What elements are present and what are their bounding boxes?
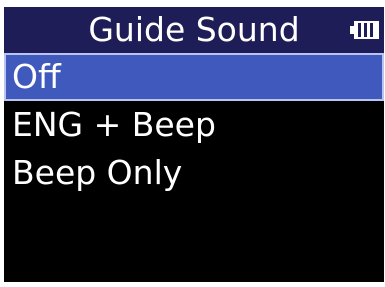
menu-item-off[interactable]: Off [4,53,384,101]
menu-item-label: Beep Only [12,153,183,192]
menu-item-beep-only[interactable]: Beep Only [4,149,384,197]
guide-sound-menu: Off ENG + Beep Beep Only [4,53,384,197]
screen-title: Guide Sound [88,10,300,49]
menu-item-label: ENG + Beep [12,105,216,144]
title-bar: Guide Sound [4,7,384,53]
device-screen: Guide Sound Off ENG + Beep Beep Only [4,7,384,282]
menu-item-label: Off [12,57,61,96]
menu-item-eng-beep[interactable]: ENG + Beep [4,101,384,149]
battery-icon [350,21,379,39]
